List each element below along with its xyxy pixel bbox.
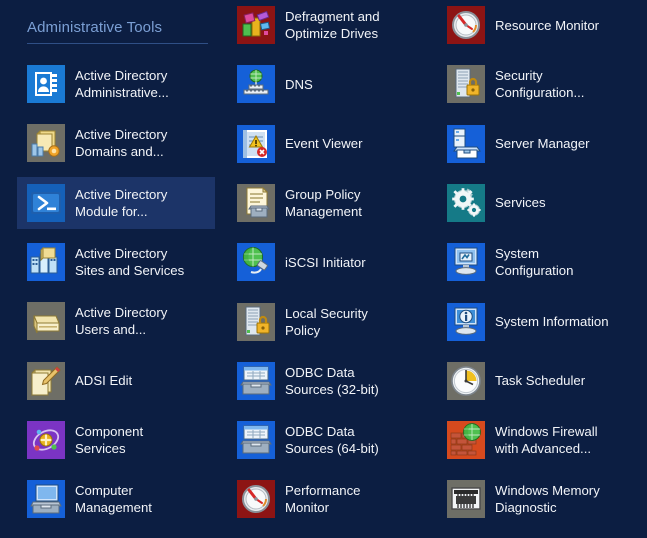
address-book-icon: [27, 65, 65, 103]
app-tile[interactable]: Computer Management: [17, 473, 215, 525]
app-tile-label: System Information: [495, 314, 609, 329]
local-security-icon: [237, 302, 275, 341]
app-tile-label: Services: [495, 195, 546, 211]
tile-column-2: Defragment and Optimize Drives DNS Event V…: [210, 0, 420, 538]
app-tile[interactable]: ODBC Data Sources (32-bit): [227, 355, 425, 407]
app-tile[interactable]: Defragment and Optimize Drives: [227, 0, 425, 51]
odbc-64-icon: [237, 421, 275, 460]
dns-icon: [237, 65, 275, 104]
resource-monitor-icon: [447, 6, 485, 44]
app-tile[interactable]: Task Scheduler: [437, 355, 635, 407]
app-tile-label: Active Directory Users and...: [75, 305, 168, 338]
app-tile[interactable]: Resource Monitor: [437, 0, 635, 51]
component-services-icon: [27, 420, 65, 459]
app-tile-label: Resource Monitor: [495, 17, 600, 33]
app-tile[interactable]: Event Viewer: [227, 118, 425, 170]
app-tile[interactable]: System Configuration: [437, 236, 635, 288]
app-tile-label: Active Directory Sites and Services: [75, 245, 185, 278]
app-tile-label: iSCSI Initiator: [285, 254, 366, 270]
app-tile[interactable]: Component Services: [17, 414, 215, 466]
ad-users-computers-icon: [27, 302, 65, 341]
app-tile-label: Event Viewer: [285, 136, 363, 152]
app-tile[interactable]: ADSI Edit: [17, 355, 215, 407]
app-tile-label: Active Directory Module for...: [75, 186, 168, 219]
app-tile[interactable]: Active Directory Administrative...: [17, 58, 215, 110]
app-tile-label: Server Manager: [495, 136, 590, 152]
app-tile[interactable]: Server Manager: [437, 118, 635, 170]
computer-management-icon: [27, 480, 65, 519]
app-tile-label: ODBC Data Sources (32-bit): [285, 364, 379, 397]
app-tile-label: System Configuration: [495, 246, 574, 279]
app-tile-label: Security Configuration...: [495, 68, 585, 101]
ad-sites-services-icon: [27, 242, 65, 281]
app-tile-label: Windows Memory Diagnostic: [495, 483, 600, 516]
app-tile[interactable]: Active Directory Domains and...: [17, 117, 215, 169]
security-config-icon: [447, 65, 485, 104]
memory-diagnostic-icon: [447, 480, 485, 519]
iscsi-initiator-icon: [237, 243, 275, 282]
app-tile[interactable]: Services: [437, 177, 635, 229]
app-tile[interactable]: Windows Memory Diagnostic: [437, 473, 635, 525]
app-tile-label: Task Scheduler: [495, 373, 586, 389]
app-tile-label: Local Security Policy: [285, 305, 368, 338]
start-screen-apps-view: Administrative Tools Active Directory Ad…: [0, 0, 647, 538]
app-tile[interactable]: Security Configuration...: [437, 58, 635, 110]
app-tile-label: Group Policy Management: [285, 186, 362, 219]
app-tile[interactable]: Local Security Policy: [227, 296, 425, 348]
app-tile-label: Defragment and Optimize Drives: [285, 9, 380, 41]
app-tile-label: Active Directory Administrative...: [75, 68, 169, 100]
app-tile[interactable]: iSCSI Initiator: [227, 236, 425, 288]
performance-monitor-icon: [237, 480, 275, 519]
app-tile-label: Active Directory Domains and...: [75, 127, 168, 160]
app-tile[interactable]: ODBC Data Sources (64-bit): [227, 414, 425, 466]
app-tile[interactable]: Windows Firewall with Advanced...: [437, 414, 635, 466]
app-tile[interactable]: Group Policy Management: [227, 177, 425, 229]
system-config-icon: [447, 243, 485, 282]
tile-column-1: Active Directory Administrative... Active…: [0, 0, 215, 538]
adsi-edit-icon: [27, 361, 65, 400]
defragment-icon: [237, 6, 275, 44]
app-tile-label: ODBC Data Sources (64-bit): [285, 424, 379, 457]
tile-column-3: Resource Monitor Security Configuration..…: [420, 0, 630, 538]
app-tile-label: Performance Monitor: [285, 483, 361, 516]
powershell-icon: [27, 183, 65, 222]
app-tile[interactable]: Active Directory Users and...: [17, 295, 215, 347]
app-tile[interactable]: System Information: [437, 296, 635, 348]
app-tile-label: Component Services: [75, 423, 144, 456]
event-viewer-icon: [237, 124, 275, 163]
app-tile-label: ADSI Edit: [75, 373, 133, 388]
app-tile-label: Windows Firewall with Advanced...: [495, 424, 598, 457]
system-information-icon: [447, 302, 485, 341]
ad-domains-trusts-icon: [27, 124, 65, 163]
app-tile[interactable]: Active Directory Sites and Services: [17, 236, 215, 288]
app-tile-label: DNS: [285, 76, 313, 92]
server-manager-icon: [447, 124, 485, 163]
task-scheduler-icon: [447, 361, 485, 400]
app-tile[interactable]: DNS: [227, 58, 425, 110]
group-policy-icon: [237, 183, 275, 222]
app-tile-label: Computer Management: [75, 483, 152, 516]
app-tile[interactable]: Performance Monitor: [227, 473, 425, 525]
services-gears-icon: [447, 183, 485, 222]
odbc-32-icon: [237, 361, 275, 400]
app-tile[interactable]: Active Directory Module for...: [17, 176, 215, 229]
windows-firewall-icon: [447, 421, 485, 460]
